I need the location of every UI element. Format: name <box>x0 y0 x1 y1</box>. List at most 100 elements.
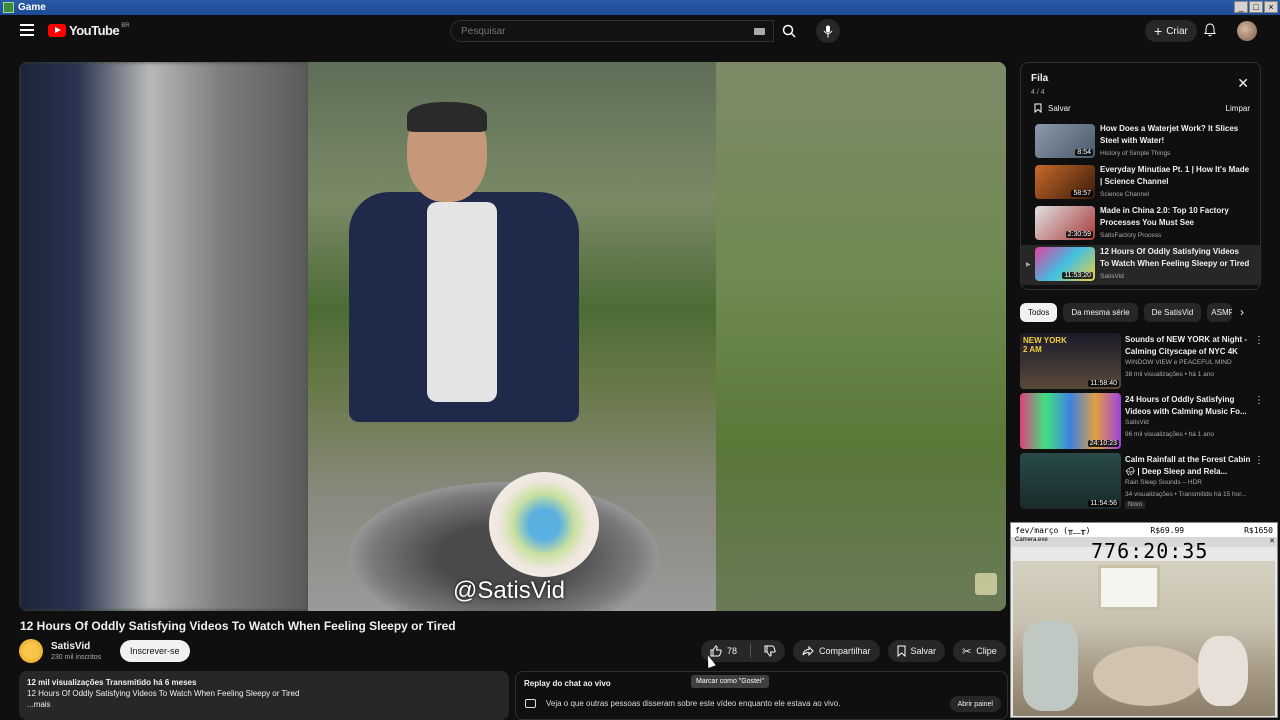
rec-meta: 96 mil visualizações • há 1 ano <box>1125 431 1214 438</box>
video-actions: 78 Compartilhar Salvar ✂ Clipe ••• <box>701 640 1036 662</box>
window-title: Game <box>18 2 46 13</box>
camera-overlay: fev/março (╥﹏╥) R$69.99 R$1650 Camera.ex… <box>1010 522 1278 718</box>
create-button[interactable]: + Criar <box>1145 20 1197 42</box>
overlay-close-icon[interactable]: ✕ <box>1269 537 1275 545</box>
keyboard-icon[interactable] <box>754 28 765 35</box>
more-vert-icon[interactable]: ⋮ <box>1254 335 1264 346</box>
cotton-candy <box>489 472 599 577</box>
close-icon[interactable]: ✕ <box>1237 75 1249 92</box>
like-count[interactable]: 78 <box>727 646 737 656</box>
video-player[interactable]: @SatisVid <box>19 62 1006 611</box>
youtube-logo[interactable]: YouTube BR <box>48 23 130 38</box>
description-box[interactable]: 12 mil visualizações Transmitido há 6 me… <box>19 671 509 720</box>
new-badge: Novo <box>1125 501 1146 509</box>
queue-clear-button[interactable]: Limpar <box>1226 104 1250 113</box>
clip-button[interactable]: ✂ Clipe <box>953 640 1006 662</box>
bell-icon <box>1204 23 1216 37</box>
queue-item-channel: SatisVid <box>1100 273 1124 280</box>
queue-thumbnail: 11:53:20 <box>1035 247 1095 281</box>
queue-item[interactable]: 2:30:59 Made in China 2.0: Top 10 Factor… <box>1021 204 1260 244</box>
bookmark-icon <box>1034 103 1042 113</box>
rec-thumbnail: 11:54:56 <box>1020 453 1121 509</box>
view-stats: 12 mil visualizações Transmitido há 6 me… <box>27 678 197 687</box>
queue-save-button[interactable]: Salvar <box>1034 103 1071 113</box>
show-more-link[interactable]: ...mais <box>27 700 501 709</box>
chip-asmr[interactable]: ASMR <box>1207 303 1233 322</box>
more-vert-icon[interactable]: ⋮ <box>1254 455 1264 466</box>
share-icon <box>802 646 814 656</box>
share-button[interactable]: Compartilhar <box>793 640 880 662</box>
now-playing-icon: ▶ <box>1026 262 1031 268</box>
logo-wordmark: YouTube <box>69 23 120 38</box>
window-titlebar: Game _ □ × <box>0 0 1280 15</box>
overlay-goal-text: fev/março (╥﹏╥) <box>1015 525 1091 535</box>
notifications-button[interactable] <box>1204 23 1216 42</box>
chat-replay-message: Veja o que outras pessoas disseram sobre… <box>546 699 841 708</box>
top-bar: YouTube BR + Criar <box>0 15 1280 48</box>
plus-icon: + <box>1154 23 1163 39</box>
search-button[interactable] <box>774 20 804 42</box>
recommendation-item[interactable]: NEW YORK 2 AM 11:58:40 Sounds of NEW YOR… <box>1020 333 1265 391</box>
maximize-button[interactable]: □ <box>1249 1 1263 13</box>
channel-avatar[interactable] <box>19 639 43 663</box>
queue-save-label: Salvar <box>1048 103 1071 113</box>
queue-item-channel: SatisFactory Process <box>1100 232 1162 239</box>
voice-search-button[interactable] <box>816 19 840 43</box>
close-window-button[interactable]: × <box>1264 1 1278 13</box>
menu-icon[interactable] <box>20 24 34 36</box>
recommendation-item[interactable]: 24:10:23 24 Hours of Oddly Satisfying Vi… <box>1020 393 1265 451</box>
rec-channel: WINDOW VIEW e PEACEFUL MIND <box>1125 359 1232 366</box>
recommendation-item[interactable]: 11:54:56 Calm Rainfall at the Forest Cab… <box>1020 453 1265 511</box>
chip-from-channel[interactable]: De SatisVid <box>1143 303 1202 322</box>
duration-badge: 11:53:20 <box>1062 272 1093 279</box>
video-blur-left <box>19 62 309 611</box>
channel-name[interactable]: SatisVid <box>51 641 90 652</box>
chevron-right-icon[interactable]: › <box>1240 305 1244 319</box>
search-input[interactable] <box>451 21 731 42</box>
overlay-goal-amount: R$1650 <box>1244 525 1273 535</box>
rec-title: Sounds of NEW YORK at Night - Calming Ci… <box>1125 335 1248 356</box>
account-avatar[interactable] <box>1237 21 1257 41</box>
overlay-top-bar: fev/março (╥﹏╥) R$69.99 R$1650 <box>1011 523 1277 537</box>
open-panel-button[interactable]: Abrir painel <box>949 696 1001 712</box>
video-blur-right <box>716 62 1006 611</box>
search-box <box>450 20 774 42</box>
rec-channel: SatisVid <box>1125 419 1149 426</box>
filter-chips: Todos Da mesma série De SatisVid ASMR <box>1020 303 1233 322</box>
thumb-caption: NEW YORK 2 AM <box>1023 336 1067 354</box>
channel-watermark-icon[interactable] <box>975 573 997 595</box>
thumbs-down-icon[interactable] <box>764 645 776 657</box>
queue-item-title: 12 Hours Of Oddly Satisfying Videos To W… <box>1100 247 1250 268</box>
queue-item-channel: Science Channel <box>1100 191 1150 198</box>
video-person <box>339 102 579 522</box>
save-button[interactable]: Salvar <box>887 640 946 662</box>
app-icon <box>3 2 14 13</box>
chip-same-series[interactable]: Da mesma série <box>1063 303 1138 322</box>
scissors-icon: ✂ <box>962 645 972 658</box>
queue-item-title: Everyday Minutiae Pt. 1 | How It's Made … <box>1100 165 1250 186</box>
clip-label: Clipe <box>976 646 997 656</box>
rec-meta: 34 visualizações • Transmitido há 15 hor… <box>1125 491 1247 498</box>
window-controls: _ □ × <box>1234 1 1278 13</box>
queue-item[interactable]: 8:54 How Does a Waterjet Work? It Slices… <box>1021 122 1260 162</box>
duration-badge: 24:10:23 <box>1087 440 1119 447</box>
subscribe-button[interactable]: Inscrever-se <box>120 640 190 662</box>
queue-item-current[interactable]: ▶ 11:53:20 12 Hours Of Oddly Satisfying … <box>1021 245 1260 285</box>
chip-all[interactable]: Todos <box>1020 303 1058 322</box>
more-vert-icon[interactable]: ⋮ <box>1254 395 1264 406</box>
rec-thumbnail: NEW YORK 2 AM 11:58:40 <box>1020 333 1121 389</box>
chat-icon <box>525 699 536 708</box>
minimize-button[interactable]: _ <box>1234 1 1248 13</box>
owner-row: SatisVid 230 mil inscritos Inscrever-se … <box>19 638 1036 664</box>
queue-panel: Fila 4 / 4 ✕ Salvar Limpar 8:54 How Does… <box>1020 62 1261 290</box>
queue-title: Fila <box>1031 73 1049 84</box>
webcam-feed <box>1013 561 1275 716</box>
share-label: Compartilhar <box>819 646 871 656</box>
queue-item[interactable]: 58:57 Everyday Minutiae Pt. 1 | How It's… <box>1021 163 1260 203</box>
queue-thumbnail: 8:54 <box>1035 124 1095 158</box>
rec-meta: 38 mil visualizações • há 1 ano <box>1125 371 1214 378</box>
overlay-amount: R$69.99 <box>1150 525 1185 535</box>
like-separator <box>750 644 752 658</box>
rec-title: 24 Hours of Oddly Satisfying Videos with… <box>1125 395 1247 416</box>
queue-item-title: Made in China 2.0: Top 10 Factory Proces… <box>1100 206 1229 227</box>
